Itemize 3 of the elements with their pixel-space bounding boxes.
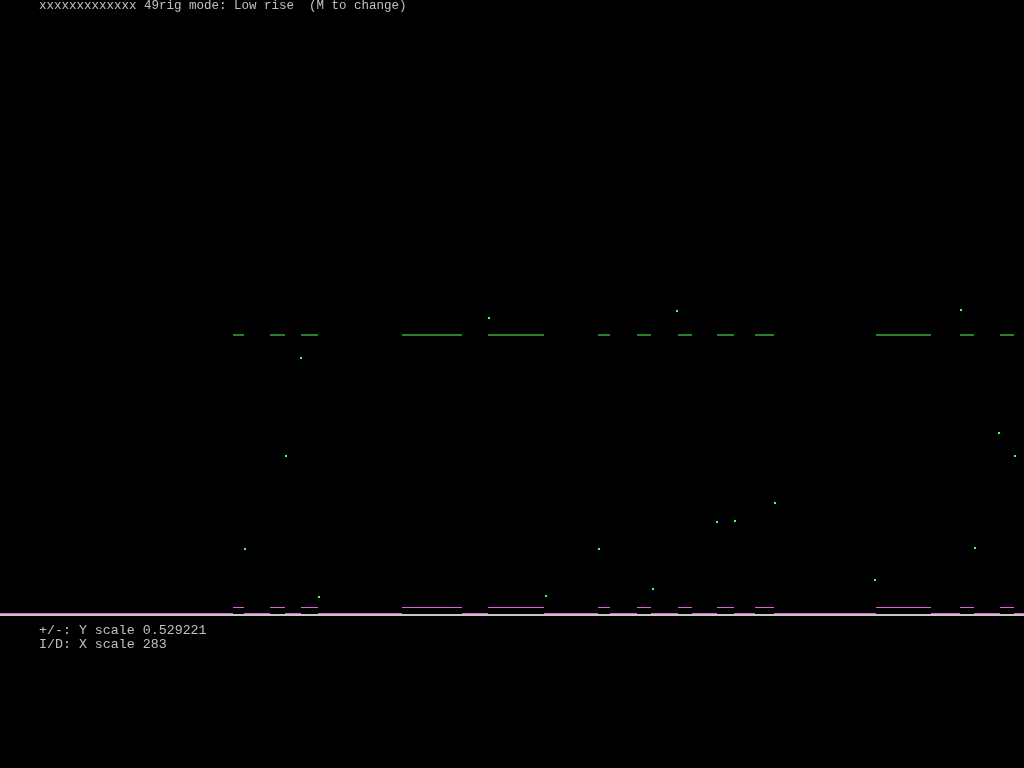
status-text: xxxxxxxxxxxxx 49rig mode: Low rise (M to change) (38, 0, 408, 14)
help-text: +/-: Y scale 0.529221 (39, 624, 207, 638)
help-text: I/D: X scale 283 (39, 638, 167, 652)
